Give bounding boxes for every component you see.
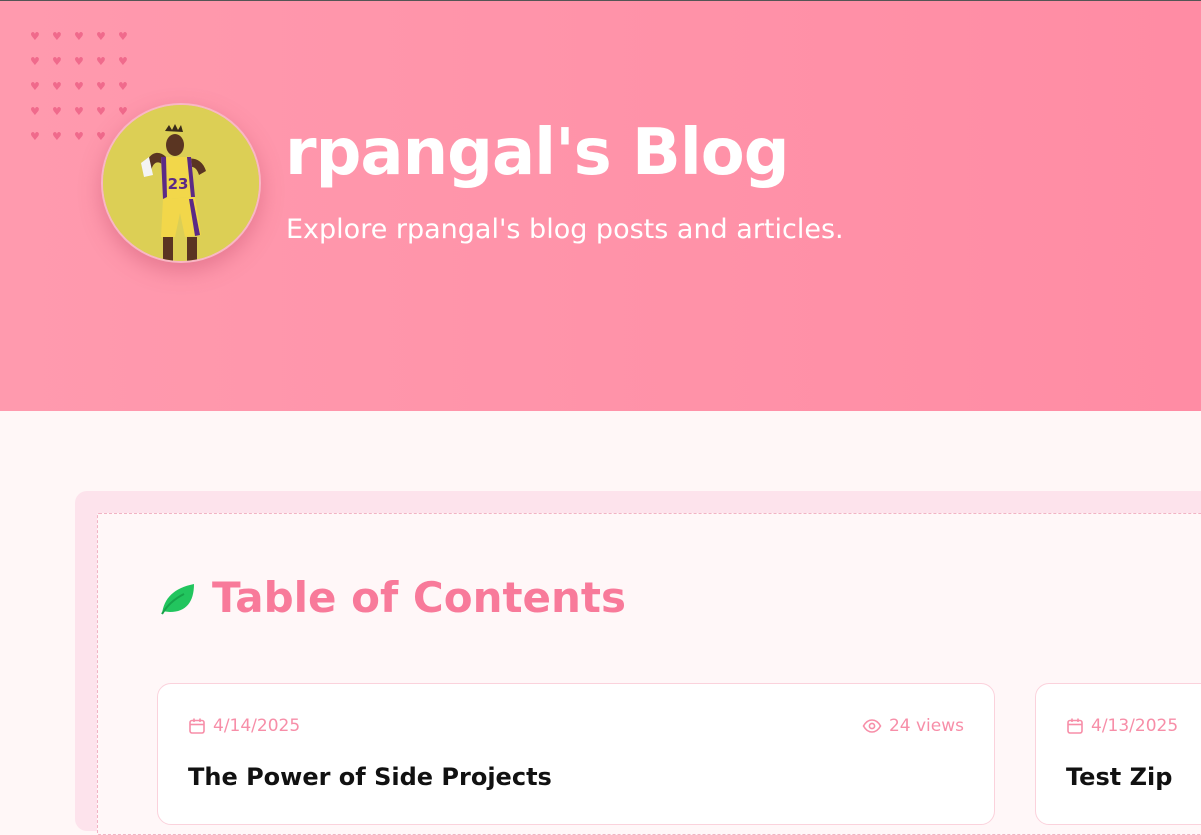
heart-icon: ♥: [74, 55, 84, 68]
heart-icon: ♥: [52, 130, 62, 143]
post-date: 4/14/2025: [188, 715, 300, 737]
avatar-player-illustration: 23: [103, 105, 259, 261]
post-date-text: 4/14/2025: [213, 716, 301, 736]
heart-icon: ♥: [30, 130, 40, 143]
post-title-link[interactable]: The Power of Side Projects: [188, 762, 552, 792]
post-card[interactable]: 4/13/2025 Test Zip: [1035, 683, 1201, 825]
heart-icon: ♥: [52, 80, 62, 93]
blog-header: ♥♥♥♥♥♥♥♥♥♥♥♥♥♥♥♥♥♥♥♥♥♥♥♥♥ 23 rpangal's B…: [0, 1, 1201, 411]
heart-icon: ♥: [52, 30, 62, 43]
post-views: 24 views: [862, 715, 964, 737]
calendar-icon: [1067, 718, 1083, 734]
post-date-text: 4/13/2025: [1091, 716, 1179, 736]
heart-icon: ♥: [52, 55, 62, 68]
heart-icon: ♥: [118, 105, 128, 118]
post-card[interactable]: 4/14/2025 24 views The Power of Side Pro…: [157, 683, 995, 825]
heart-icon: ♥: [74, 105, 84, 118]
heart-icon: ♥: [74, 30, 84, 43]
heart-icon: ♥: [96, 105, 106, 118]
heart-icon: ♥: [96, 30, 106, 43]
heart-icon: ♥: [74, 80, 84, 93]
page-title: rpangal's Blog: [285, 116, 790, 190]
heart-icon: ♥: [30, 105, 40, 118]
eye-icon: [862, 719, 882, 733]
post-views-text: 24 views: [888, 716, 964, 736]
heart-icon: ♥: [52, 105, 62, 118]
leaf-icon: [161, 584, 194, 615]
heart-icon: ♥: [30, 80, 40, 93]
calendar-icon: [189, 718, 205, 734]
page-subtitle: Explore rpangal's blog posts and article…: [286, 214, 844, 245]
post-date: 4/13/2025: [1066, 715, 1178, 737]
heart-icon: ♥: [96, 130, 106, 143]
avatar-jersey-number: 23: [168, 175, 189, 193]
post-title-link[interactable]: Test Zip: [1066, 762, 1172, 792]
heart-icon: ♥: [118, 80, 128, 93]
toc-heading: Table of Contents: [158, 570, 626, 626]
heart-icon: ♥: [74, 130, 84, 143]
heart-icon: ♥: [118, 55, 128, 68]
heart-icon: ♥: [30, 30, 40, 43]
avatar[interactable]: 23: [101, 103, 261, 263]
heart-icon: ♥: [118, 30, 128, 43]
heart-icon: ♥: [96, 55, 106, 68]
heart-icon: ♥: [96, 80, 106, 93]
heart-icon: ♥: [30, 55, 40, 68]
toc-title: Table of Contents: [212, 573, 627, 622]
